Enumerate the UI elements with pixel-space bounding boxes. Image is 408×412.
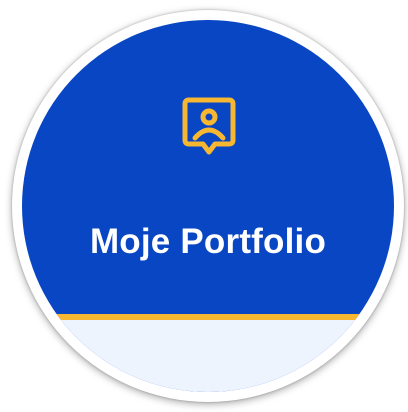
portfolio-tile[interactable]: Moje Portfolio — [12, 10, 404, 402]
portfolio-icon — [181, 96, 237, 158]
tile-title: Moje Portfolio — [89, 222, 327, 261]
tile-footer-band — [22, 320, 394, 392]
portfolio-tile-container: Moje Portfolio — [0, 0, 408, 412]
portfolio-tile-face[interactable]: Moje Portfolio — [22, 20, 394, 392]
